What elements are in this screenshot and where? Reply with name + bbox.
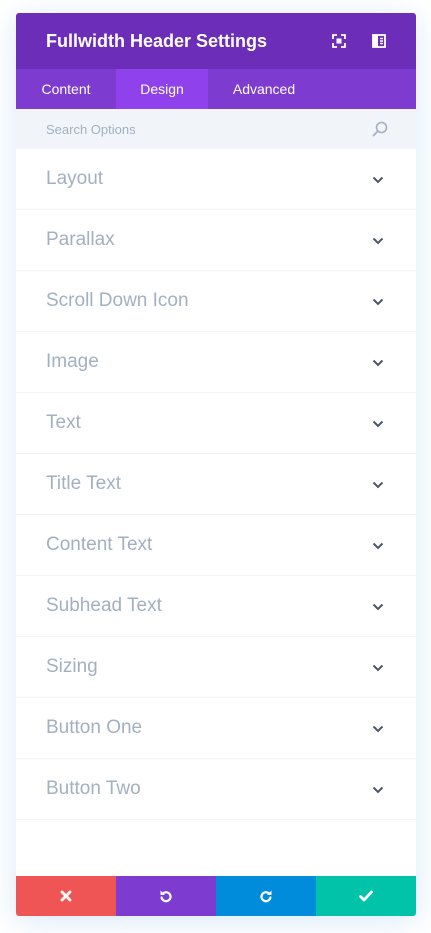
tab-content[interactable]: Content [16, 69, 116, 109]
chevron-down-icon [372, 603, 384, 611]
redo-button[interactable] [216, 876, 316, 916]
expand-icon[interactable] [331, 33, 347, 49]
chevron-down-icon [372, 725, 384, 733]
chevron-down-icon [372, 420, 384, 428]
redo-icon [260, 890, 272, 903]
toggle-text[interactable]: Text [16, 393, 416, 454]
tab-advanced[interactable]: Advanced [208, 69, 320, 109]
undo-icon [160, 890, 172, 903]
toggle-title-text[interactable]: Title Text [16, 454, 416, 515]
toggle-layout[interactable]: Layout [16, 149, 416, 210]
undo-button[interactable] [116, 876, 216, 916]
toggle-button-one[interactable]: Button One [16, 698, 416, 759]
modal-footer [16, 876, 416, 916]
toggle-label: Parallax [46, 229, 115, 250]
toggle-label: Content Text [46, 534, 153, 555]
toggle-button-two[interactable]: Button Two [16, 759, 416, 820]
toggle-label: Title Text [46, 473, 121, 494]
chevron-down-icon [372, 359, 384, 367]
toggle-subhead-text[interactable]: Subhead Text [16, 576, 416, 637]
toggle-label: Text [46, 412, 81, 433]
toggle-label: Sizing [46, 656, 98, 677]
cancel-button[interactable] [16, 876, 116, 916]
toggle-sizing[interactable]: Sizing [16, 637, 416, 698]
modal-title: Fullwidth Header Settings [46, 31, 268, 51]
toggle-content-text[interactable]: Content Text [16, 515, 416, 576]
save-button[interactable] [316, 876, 416, 916]
close-icon [60, 890, 72, 902]
toggle-label: Layout [46, 168, 104, 189]
toggle-label: Image [46, 351, 99, 372]
toggle-scroll-down-icon[interactable]: Scroll Down Icon [16, 271, 416, 332]
toggle-label: Subhead Text [46, 595, 162, 616]
chevron-down-icon [372, 481, 384, 489]
search-bar [16, 109, 416, 149]
chevron-down-icon [372, 542, 384, 550]
toggle-label: Scroll Down Icon [46, 290, 189, 311]
chevron-down-icon [372, 176, 384, 184]
toggle-label: Button One [46, 717, 143, 738]
tab-bar: Content Design Advanced [16, 69, 416, 109]
toggle-image[interactable]: Image [16, 332, 416, 393]
search-icon[interactable] [371, 120, 389, 138]
chevron-down-icon [372, 298, 384, 306]
chevron-down-icon [372, 664, 384, 672]
toggle-label: Button Two [46, 778, 141, 799]
check-icon [359, 890, 373, 902]
settings-modal: Fullwidth Header Settings Content Design… [16, 13, 416, 916]
search-input[interactable] [16, 109, 356, 149]
toggle-parallax[interactable]: Parallax [16, 210, 416, 271]
tab-design[interactable]: Design [116, 69, 208, 109]
chevron-down-icon [372, 237, 384, 245]
option-toggles: Layout Parallax Scroll Down Icon Image T… [16, 149, 416, 820]
chevron-down-icon [372, 786, 384, 794]
split-view-icon[interactable] [371, 33, 387, 49]
modal-header: Fullwidth Header Settings [16, 13, 416, 69]
